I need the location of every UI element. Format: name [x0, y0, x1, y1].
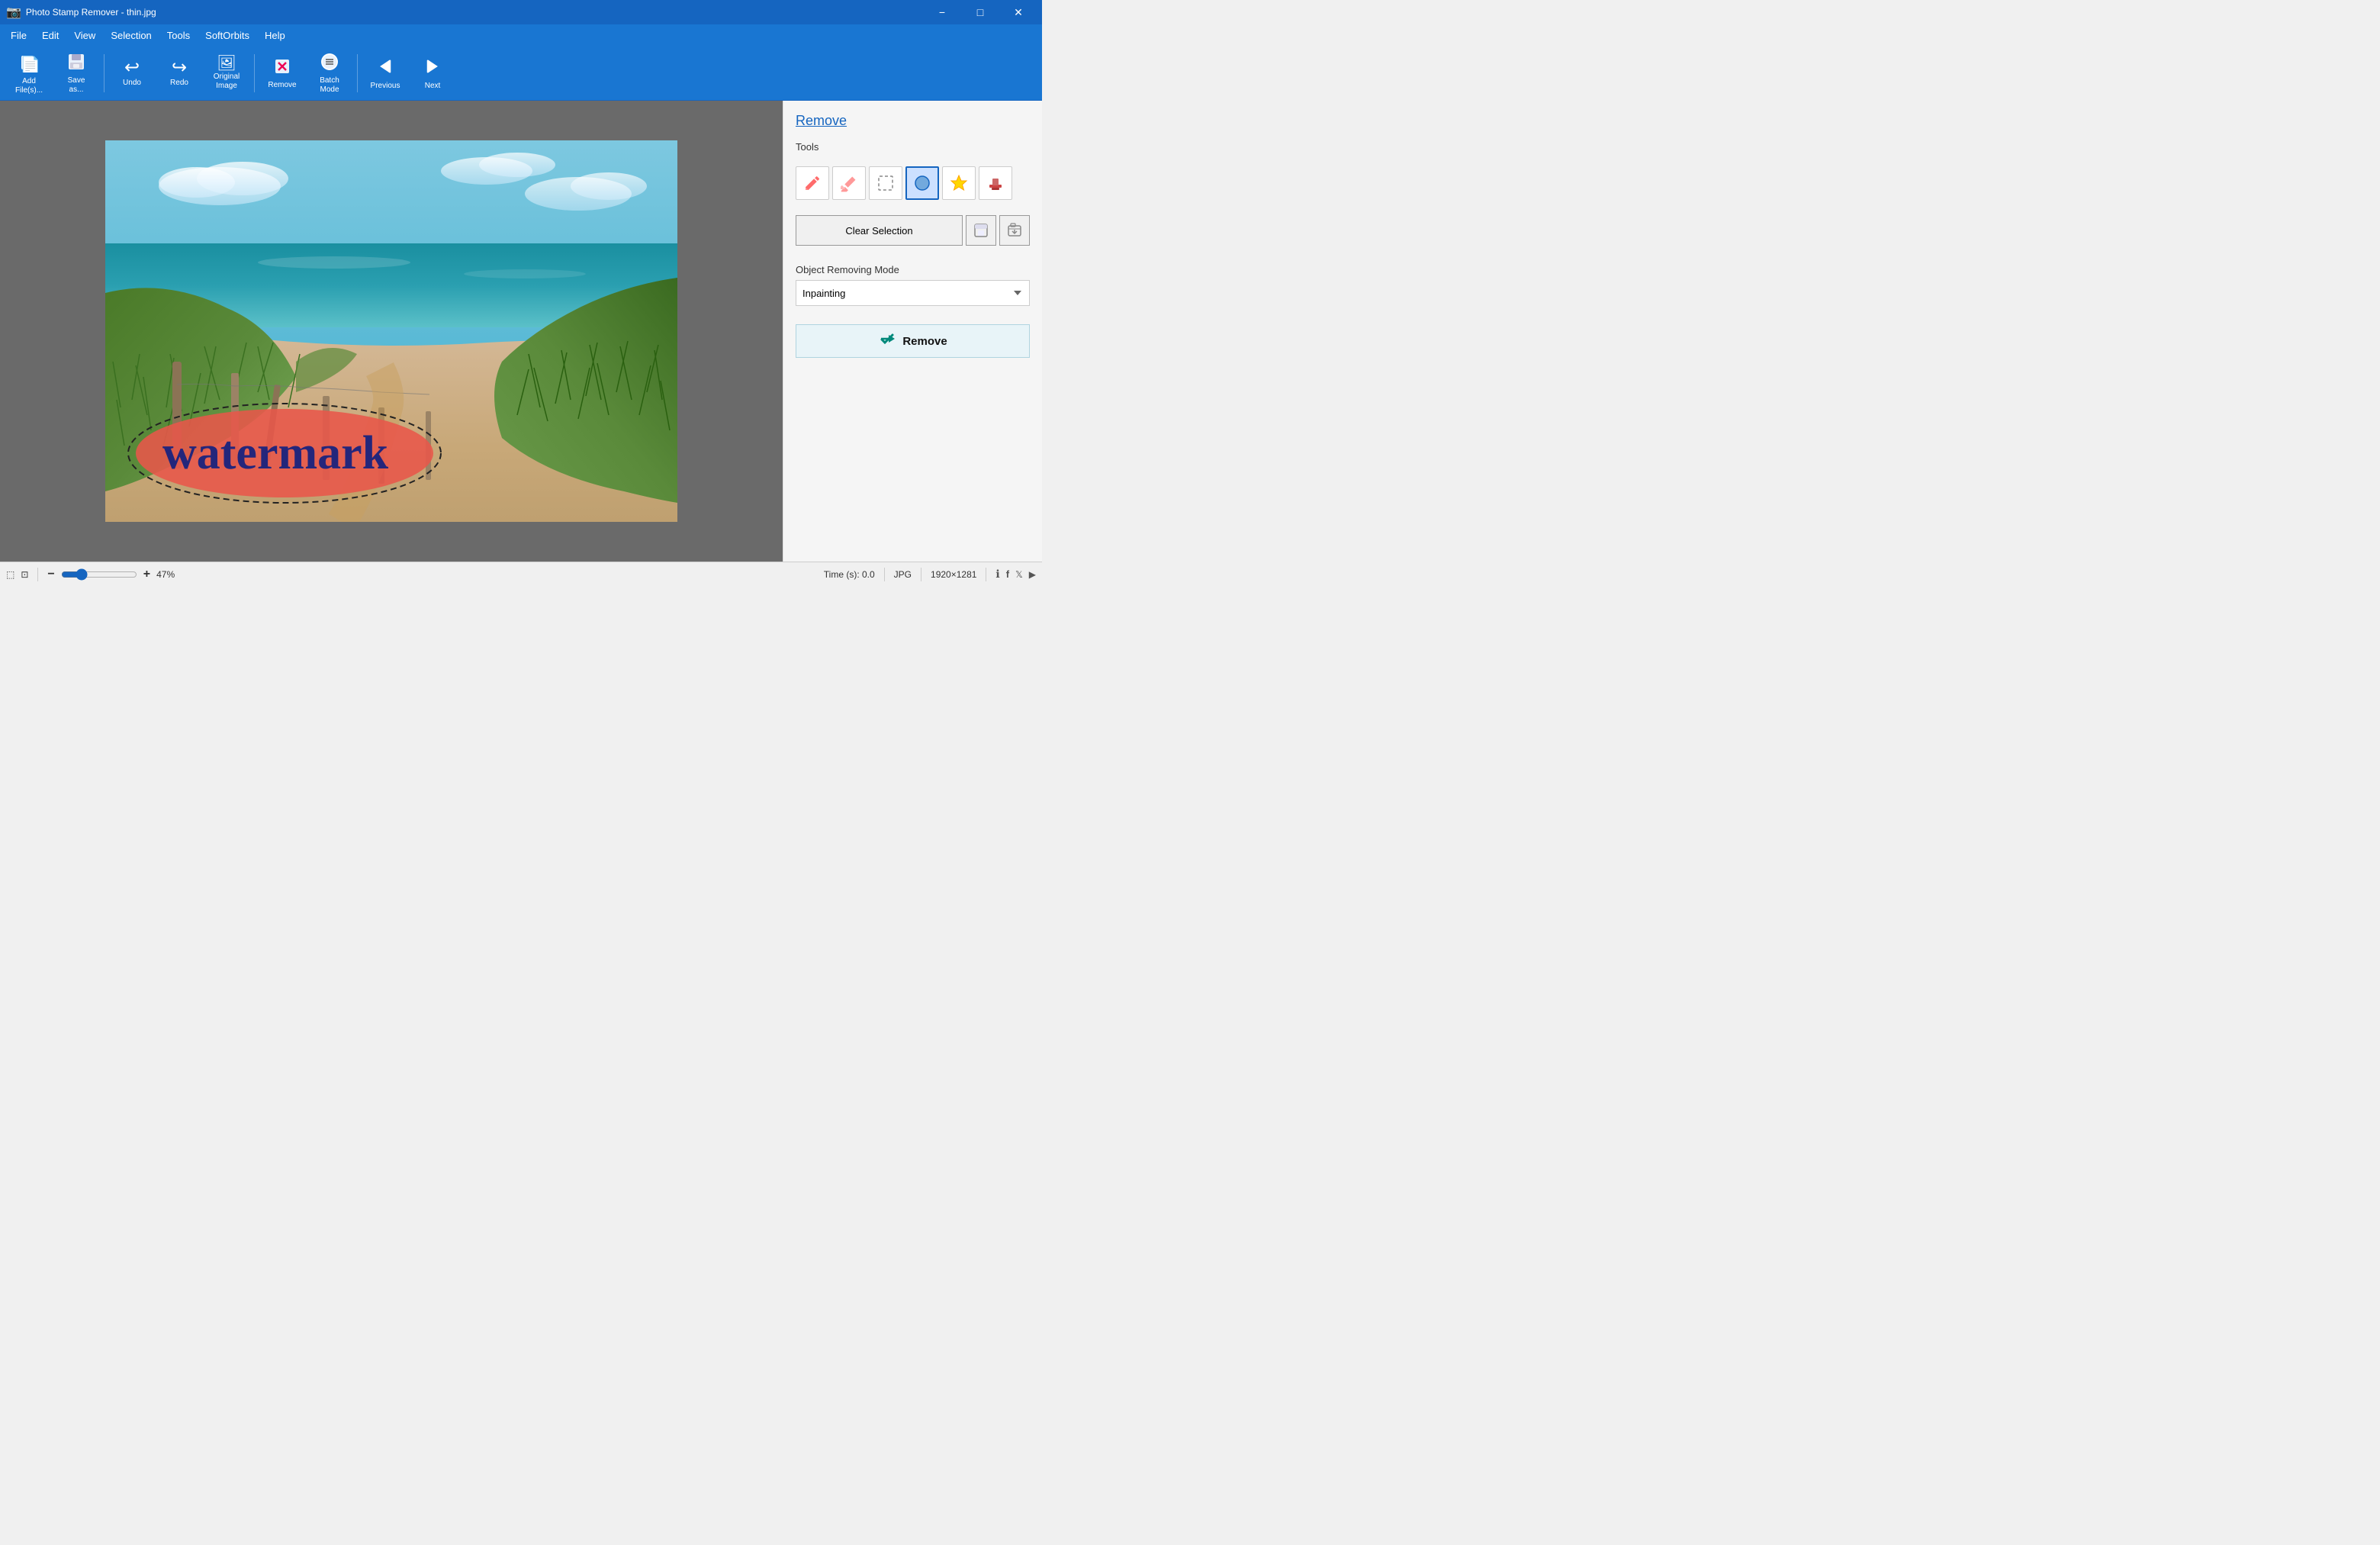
- minimize-button[interactable]: −: [925, 0, 960, 24]
- clear-selection-button[interactable]: Clear Selection: [796, 215, 963, 246]
- menu-help[interactable]: Help: [257, 27, 293, 44]
- remove-label: Remove: [902, 335, 947, 348]
- undo-button[interactable]: ↩ Undo: [109, 49, 155, 98]
- menu-file[interactable]: File: [3, 27, 34, 44]
- menu-softorbits[interactable]: SoftOrbits: [198, 27, 257, 44]
- right-panel: Remove Tools: [783, 101, 1042, 562]
- add-files-button[interactable]: 📄 AddFile(s)...: [6, 49, 52, 98]
- menubar: File Edit View Selection Tools SoftOrbit…: [0, 24, 1042, 46]
- remove-button[interactable]: Remove: [796, 324, 1030, 358]
- youtube-icon[interactable]: ▶: [1029, 569, 1036, 580]
- status-right: Time (s): 0.0 JPG 1920×1281 ℹ f 𝕏 ▶: [824, 568, 1036, 581]
- menu-view[interactable]: View: [66, 27, 103, 44]
- app-icon: 📷: [6, 5, 21, 20]
- zoom-slider[interactable]: [61, 568, 137, 581]
- svg-text:watermark: watermark: [162, 427, 389, 479]
- tools-label: Tools: [796, 141, 1030, 153]
- add-files-icon: 📄: [18, 51, 40, 76]
- remove-section: Remove: [796, 324, 1030, 358]
- tools-row: [796, 166, 1030, 200]
- twitter-icon[interactable]: 𝕏: [1015, 569, 1023, 580]
- facebook-icon[interactable]: f: [1006, 568, 1009, 580]
- next-icon: [422, 56, 443, 80]
- image-container: watermark: [105, 140, 677, 522]
- previous-icon: [375, 56, 396, 80]
- canvas-area[interactable]: watermark: [0, 101, 783, 562]
- crop-icon[interactable]: ⊡: [21, 569, 28, 580]
- info-icon[interactable]: ℹ: [995, 568, 999, 581]
- status-sep-1: [37, 568, 38, 581]
- toolbar-separator-3: [357, 54, 358, 92]
- select-mode-icon[interactable]: ⬚: [6, 569, 14, 580]
- original-image-icon: 🖼: [217, 56, 236, 71]
- zoom-percent: 47%: [156, 569, 184, 580]
- format-label: JPG: [894, 569, 912, 580]
- svg-text:📄: 📄: [20, 56, 40, 72]
- eraser-tool-button[interactable]: [832, 166, 866, 200]
- previous-button[interactable]: Previous: [362, 49, 408, 98]
- zoom-out-button[interactable]: −: [47, 568, 54, 581]
- dimensions-label: 1920×1281: [931, 569, 976, 580]
- rect-select-tool-button[interactable]: [869, 166, 902, 200]
- next-button[interactable]: Next: [410, 49, 455, 98]
- toolbar: 📄 AddFile(s)... Saveas... ↩ Undo ↪ Redo …: [0, 46, 1042, 101]
- brush-tool-button[interactable]: [796, 166, 829, 200]
- undo-icon: ↩: [124, 59, 140, 77]
- toolbar-separator-1: [104, 54, 105, 92]
- beach-image: watermark: [105, 140, 677, 522]
- batch-mode-button[interactable]: BatchMode: [307, 49, 352, 98]
- original-image-button[interactable]: 🖼 OriginalImage: [204, 49, 249, 98]
- save-icon: [66, 52, 86, 75]
- mode-select-container: Inpainting Content-Aware Fill Clone: [796, 280, 1030, 306]
- menu-selection[interactable]: Selection: [103, 27, 159, 44]
- stamp-tool-button[interactable]: [979, 166, 1012, 200]
- zoom-in-button[interactable]: +: [143, 568, 150, 581]
- statusbar: ⬚ ⊡ − + 47% Time (s): 0.0 JPG 1920×1281 …: [0, 562, 1042, 586]
- zoom-slider-container: [61, 568, 137, 581]
- ai-select-tool-button[interactable]: [942, 166, 976, 200]
- main-area: watermark Remove Tools: [0, 101, 1042, 562]
- menu-edit[interactable]: Edit: [34, 27, 66, 44]
- toolbar-separator-2: [254, 54, 255, 92]
- maximize-button[interactable]: □: [963, 0, 998, 24]
- remove-icon: [272, 56, 292, 79]
- redo-icon: ↪: [172, 59, 187, 77]
- panel-title: Remove: [796, 113, 1030, 129]
- mode-label: Object Removing Mode: [796, 264, 1030, 275]
- time-label: Time (s): 0.0: [824, 569, 875, 580]
- clear-row: Clear Selection: [796, 215, 1030, 246]
- remove-toolbar-button[interactable]: Remove: [259, 49, 305, 98]
- titlebar: 📷 Photo Stamp Remover - thin.jpg − □ ✕: [0, 0, 1042, 24]
- close-button[interactable]: ✕: [1001, 0, 1036, 24]
- save-as-button[interactable]: Saveas...: [53, 49, 99, 98]
- redo-button[interactable]: ↪ Redo: [156, 49, 202, 98]
- load-selection-button[interactable]: [999, 215, 1030, 246]
- save-selection-button[interactable]: [966, 215, 996, 246]
- title-text: Photo Stamp Remover - thin.jpg: [26, 7, 925, 18]
- batch-mode-icon: [320, 52, 339, 75]
- mode-select[interactable]: Inpainting Content-Aware Fill Clone: [796, 280, 1030, 306]
- menu-tools[interactable]: Tools: [159, 27, 198, 44]
- remove-arrow-icon: [878, 330, 896, 352]
- watermark-selection: watermark: [128, 404, 441, 503]
- magic-wand-tool-button[interactable]: [905, 166, 939, 200]
- status-sep-2: [884, 568, 885, 581]
- mode-section: Object Removing Mode Inpainting Content-…: [796, 261, 1030, 306]
